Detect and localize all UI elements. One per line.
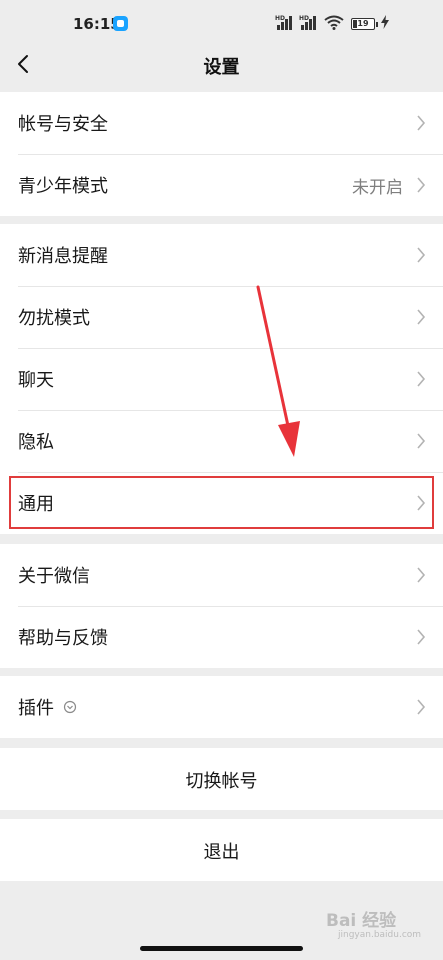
settings-item-privacy[interactable]: 隐私 (0, 410, 443, 472)
signal-icon: HD (299, 15, 316, 30)
settings-group-account: 帐号与安全 青少年模式 未开启 (0, 92, 443, 216)
watermark-sub: jingyan.baidu.com (338, 930, 422, 940)
battery-cap (376, 22, 378, 27)
settings-item-label: 聊天 (18, 370, 54, 391)
chevron-right-icon (417, 115, 426, 131)
chevron-right-icon (417, 699, 426, 715)
settings-item-notifications[interactable]: 新消息提醒 (0, 224, 443, 286)
settings-item-label: 通用 (18, 494, 54, 515)
battery-level: 19 (357, 19, 369, 28)
chevron-right-icon (417, 629, 426, 645)
watermark: Bai 经验 jingyan.baidu.com (326, 906, 421, 942)
settings-item-do-not-disturb[interactable]: 勿扰模式 (0, 286, 443, 348)
status-icons: HD HD 19 (275, 14, 425, 34)
settings-item-label: 新消息提醒 (18, 246, 108, 267)
nav-bar: 设置 (0, 40, 443, 92)
annotation-arrow-icon (256, 285, 300, 457)
network-label: HD (275, 15, 285, 22)
settings-item-label: 帮助与反馈 (18, 628, 108, 649)
switch-account-label: 切换帐号 (185, 771, 258, 792)
settings-item-label: 帐号与安全 (18, 114, 108, 135)
settings-group-plugins: 插件 (0, 676, 443, 738)
page-title: 设置 (203, 57, 240, 78)
app-notification-icon (113, 16, 128, 31)
home-indicator[interactable] (140, 946, 303, 951)
battery-icon: 19 (351, 18, 375, 30)
teen-mode-status: 未开启 (352, 178, 403, 198)
plugin-icon (63, 700, 77, 714)
chevron-right-icon (417, 177, 426, 193)
settings-item-label: 插件 (18, 698, 54, 719)
settings-item-account-security[interactable]: 帐号与安全 (0, 92, 443, 154)
chevron-right-icon (417, 567, 426, 583)
settings-item-teen-mode[interactable]: 青少年模式 未开启 (0, 154, 443, 216)
logout-button[interactable]: 退出 (0, 819, 443, 881)
logout-label: 退出 (203, 842, 240, 863)
settings-item-label: 隐私 (18, 432, 54, 453)
settings-item-label: 关于微信 (18, 566, 90, 587)
settings-item-plugins[interactable]: 插件 (0, 676, 443, 738)
signal-icon: HD (275, 15, 292, 30)
chevron-right-icon (417, 309, 426, 325)
wifi-icon (324, 15, 344, 30)
watermark-text: Bai 经验 (326, 911, 397, 931)
settings-item-chat[interactable]: 聊天 (0, 348, 443, 410)
settings-item-help-feedback[interactable]: 帮助与反馈 (0, 606, 443, 668)
network-label: HD (299, 15, 309, 22)
settings-group-general: 新消息提醒 勿扰模式 聊天 隐私 通用 (0, 224, 443, 534)
chevron-right-icon (417, 495, 426, 511)
chevron-right-icon (417, 371, 426, 387)
chevron-right-icon (417, 433, 426, 449)
settings-item-general[interactable]: 通用 (0, 472, 443, 534)
settings-item-label: 青少年模式 (18, 176, 108, 197)
charging-icon (381, 15, 389, 29)
chevron-right-icon (417, 247, 426, 263)
settings-group-about: 关于微信 帮助与反馈 (0, 544, 443, 668)
switch-account-button[interactable]: 切换帐号 (0, 748, 443, 810)
settings-item-label: 勿扰模式 (18, 308, 90, 329)
settings-item-about-wechat[interactable]: 关于微信 (0, 544, 443, 606)
